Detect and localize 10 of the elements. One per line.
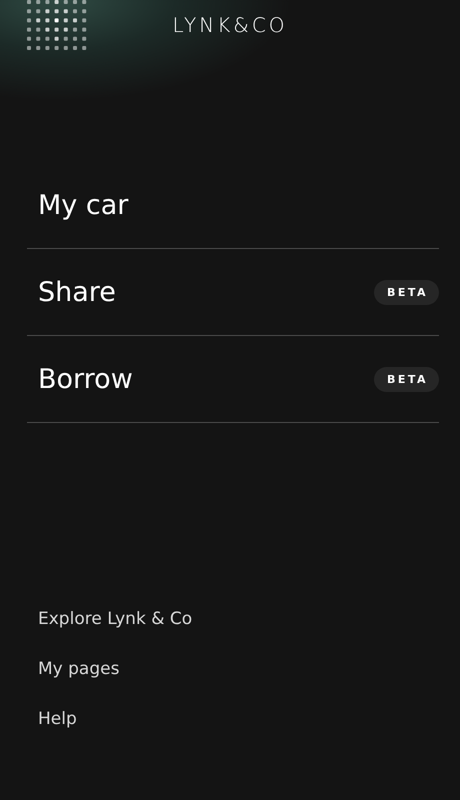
logo: LYNK&CO — [172, 13, 288, 37]
menu-item[interactable]: My car — [38, 190, 128, 220]
beta-badge: BETA — [374, 366, 439, 392]
menu-item[interactable]: Borrow — [38, 364, 133, 394]
dot-grid-icon — [27, 0, 87, 51]
footer-link[interactable]: Help — [38, 709, 77, 729]
menu-item[interactable]: Share — [38, 276, 116, 308]
footer-link[interactable]: My pages — [38, 659, 120, 679]
footer-link[interactable]: Explore Lynk & Co — [38, 609, 192, 629]
beta-badge: BETA — [374, 280, 439, 304]
